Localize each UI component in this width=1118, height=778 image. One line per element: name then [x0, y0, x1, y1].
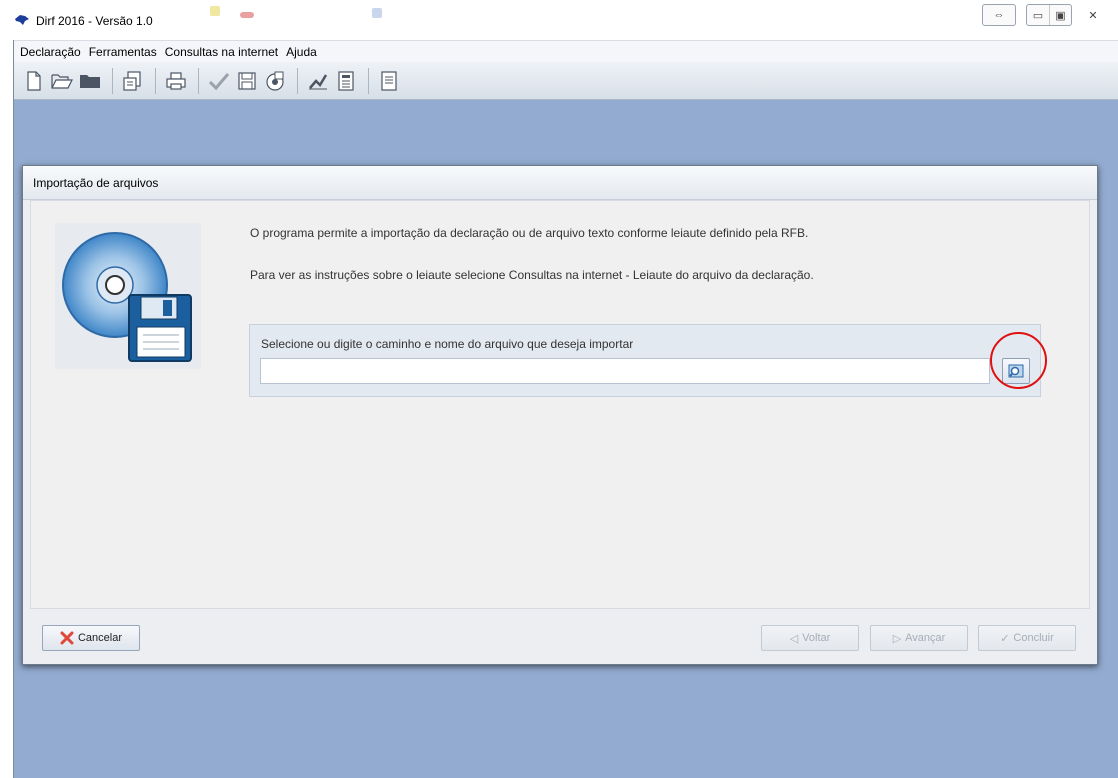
dialog-title: Importação de arquivos	[23, 166, 1097, 200]
toolbar-separator	[368, 67, 369, 94]
cd-floppy-illustration	[55, 223, 201, 369]
menu-declaracao[interactable]: Declaração	[20, 45, 81, 59]
restore-swap-icon[interactable]: ⇔	[982, 4, 1016, 26]
finish-button[interactable]: ✓ Concluir	[978, 625, 1076, 651]
menu-bar: Declaração Ferramentas Consultas na inte…	[14, 40, 1118, 62]
transmit-icon[interactable]	[263, 68, 287, 94]
window-size-buttons: ▭ ▣	[1026, 4, 1072, 26]
cancel-button[interactable]: Cancelar	[42, 625, 140, 651]
verify-check-icon[interactable]	[207, 68, 231, 94]
back-button-label: Voltar	[802, 632, 831, 644]
toolbar-separator	[112, 67, 113, 94]
toolbar-separator	[155, 67, 156, 94]
window-titlebar: Dirf 2016 - Versão 1.0 ⇔ ▭ ▣ ✕	[0, 0, 1118, 40]
blurred-icon	[210, 6, 220, 16]
menu-consultas[interactable]: Consultas na internet	[165, 45, 278, 59]
cd-disk-icon	[62, 232, 192, 362]
description-text: O programa permite a importação da decla…	[250, 226, 809, 240]
toolbar-separator	[297, 67, 298, 94]
open-folder-icon[interactable]	[50, 68, 74, 94]
import-dialog: Importação de arquivos O programa permit…	[22, 165, 1098, 665]
file-import-panel: Selecione ou digite o caminho e nome do …	[249, 324, 1047, 397]
window-title: Dirf 2016 - Versão 1.0	[36, 14, 153, 28]
cancel-x-icon	[60, 631, 74, 645]
next-button-label: Avançar	[905, 632, 946, 644]
file-path-input[interactable]	[260, 358, 990, 384]
calculator-icon[interactable]	[334, 68, 358, 94]
file-path-label: Selecione ou digite o caminho e nome do …	[261, 337, 634, 351]
minimize-icon[interactable]: ▭	[1027, 5, 1049, 25]
signature-icon[interactable]	[306, 68, 330, 94]
toolbar	[14, 62, 1118, 100]
print-icon[interactable]	[164, 68, 188, 94]
menu-ajuda[interactable]: Ajuda	[286, 45, 317, 59]
finish-check-icon: ✓	[1000, 632, 1010, 645]
next-arrow-icon: ▷	[892, 632, 902, 645]
menu-ferramentas[interactable]: Ferramentas	[89, 45, 157, 59]
dialog-body: O programa permite a importação da decla…	[30, 200, 1090, 609]
instructions-text: Para ver as instruções sobre o leiaute s…	[250, 268, 814, 282]
blurred-icon	[240, 12, 254, 18]
blurred-icon	[372, 8, 382, 18]
new-document-icon[interactable]	[22, 68, 46, 94]
browse-search-icon	[1008, 364, 1024, 378]
maximize-icon[interactable]: ▣	[1049, 5, 1071, 25]
dialog-footer: Cancelar ◁ Voltar ▷ Avançar ✓ Concluir	[30, 609, 1090, 657]
finish-button-label: Concluir	[1013, 632, 1054, 644]
close-icon[interactable]: ✕	[1082, 4, 1104, 26]
back-button[interactable]: ◁ Voltar	[761, 625, 859, 651]
browse-file-button[interactable]	[1002, 358, 1030, 384]
next-button[interactable]: ▷ Avançar	[870, 625, 968, 651]
save-icon[interactable]	[235, 68, 259, 94]
brazil-map-icon	[15, 15, 29, 25]
cancel-button-label: Cancelar	[77, 632, 123, 644]
copy-document-icon[interactable]	[121, 68, 145, 94]
report-icon[interactable]	[377, 68, 401, 94]
back-arrow-icon: ◁	[789, 632, 799, 645]
folder-icon[interactable]	[78, 68, 102, 94]
window-controls: ⇔ ▭ ▣ ✕	[982, 4, 1104, 26]
toolbar-separator	[198, 67, 199, 94]
